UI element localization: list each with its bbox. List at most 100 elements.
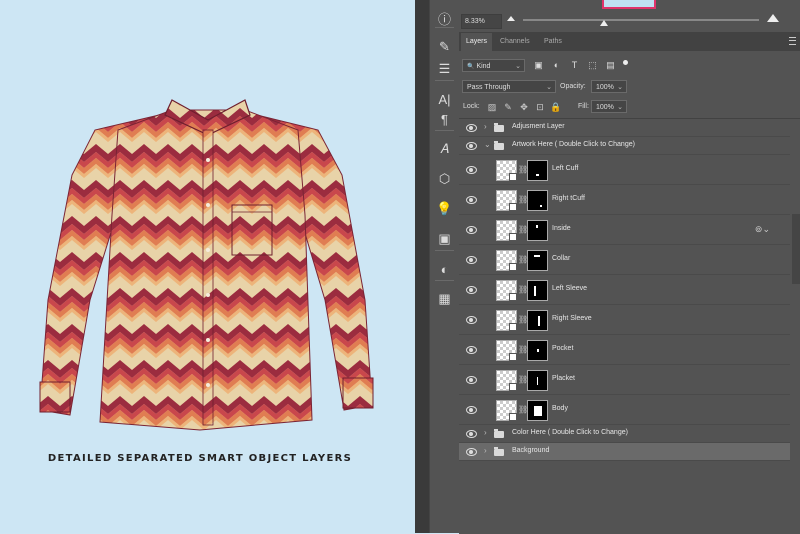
layer-mask-thumbnail[interactable]: [527, 160, 548, 181]
paragraph-icon[interactable]: ¶: [430, 108, 459, 130]
visibility-eye-icon[interactable]: [464, 195, 478, 204]
lock-all-icon[interactable]: 🔒: [550, 101, 562, 113]
character-icon[interactable]: A|: [430, 88, 459, 110]
layer-thumbnail[interactable]: [496, 340, 517, 361]
mask-link-icon[interactable]: ⛓: [518, 255, 528, 265]
layer-thumbnail[interactable]: [496, 220, 517, 241]
brush-settings-icon[interactable]: ✎: [430, 36, 459, 58]
lock-pixels-icon[interactable]: ▨: [486, 101, 498, 113]
lock-paint-icon[interactable]: ✎: [502, 101, 514, 113]
visibility-eye-icon[interactable]: [464, 375, 478, 384]
layer-thumbnail[interactable]: [496, 310, 517, 331]
opacity-value: 100%: [596, 84, 614, 91]
layer-thumbnail[interactable]: [496, 160, 517, 181]
visibility-eye-icon[interactable]: [464, 165, 478, 174]
layer-thumbnail[interactable]: [496, 400, 517, 421]
layer-mask-thumbnail[interactable]: [527, 280, 548, 301]
panel-divider[interactable]: [415, 0, 429, 533]
mask-link-icon[interactable]: ⛓: [518, 375, 528, 385]
image-filter-icon[interactable]: ▣: [532, 59, 545, 72]
visibility-eye-icon[interactable]: [464, 285, 478, 294]
layers-scrollbar[interactable]: [792, 214, 800, 284]
layer-group-row[interactable]: ⌄ Artwork Here ( Double Click to Change): [459, 137, 790, 155]
chevron-right-icon[interactable]: ›: [484, 428, 487, 437]
layer-mask-thumbnail[interactable]: [527, 370, 548, 391]
3d-cube-icon[interactable]: ⬡: [430, 168, 459, 190]
libraries-icon[interactable]: ▦: [430, 288, 459, 310]
zoom-slider[interactable]: [523, 19, 759, 21]
layer-row[interactable]: ⛓ Body: [459, 395, 790, 425]
visibility-eye-icon[interactable]: [464, 255, 478, 264]
filter-kind-select[interactable]: 🔍 Kind ⌄: [462, 59, 525, 72]
layer-thumbnail[interactable]: [496, 370, 517, 391]
visibility-eye-icon[interactable]: [464, 429, 478, 438]
layer-row[interactable]: ⛓ Placket: [459, 365, 790, 395]
layer-thumbnail[interactable]: [496, 190, 517, 211]
lock-move-icon[interactable]: ✥: [518, 101, 530, 113]
visibility-eye-icon[interactable]: [464, 123, 478, 132]
layer-mask-thumbnail[interactable]: [527, 250, 548, 271]
info-icon[interactable]: ⓘ: [430, 7, 459, 29]
navigator-bar: 8.33%: [459, 0, 800, 33]
mask-link-icon[interactable]: ⛓: [518, 165, 528, 175]
layer-mask-thumbnail[interactable]: [527, 220, 548, 241]
layer-mask-thumbnail[interactable]: [527, 340, 548, 361]
layer-group-row[interactable]: › Adjusment Layer: [459, 119, 790, 137]
visibility-eye-icon[interactable]: [464, 447, 478, 456]
layer-row[interactable]: ⛓ Right Sleeve: [459, 305, 790, 335]
zoom-slider-thumb[interactable]: [600, 20, 608, 26]
layer-row[interactable]: ⛓ Left Sleeve: [459, 275, 790, 305]
smart-object-filter-icon[interactable]: ▤: [604, 59, 617, 72]
visibility-eye-icon[interactable]: [464, 141, 478, 150]
layer-row[interactable]: ⛓ Collar: [459, 245, 790, 275]
visibility-eye-icon[interactable]: [464, 225, 478, 234]
mask-link-icon[interactable]: ⛓: [518, 195, 528, 205]
layer-mask-thumbnail[interactable]: [527, 190, 548, 211]
adjustment-circle-icon[interactable]: ◐: [430, 258, 459, 280]
visibility-eye-icon[interactable]: [464, 405, 478, 414]
layer-row[interactable]: ⛓ Left Cuff: [459, 155, 790, 185]
layer-thumbnail[interactable]: [496, 250, 517, 271]
chevron-right-icon[interactable]: ›: [484, 122, 487, 131]
navigator-view-box[interactable]: [602, 0, 656, 9]
visibility-eye-icon[interactable]: [464, 315, 478, 324]
layer-mask-thumbnail[interactable]: [527, 310, 548, 331]
layer-row[interactable]: ⛓ Inside ⊚⌄: [459, 215, 790, 245]
fill-input[interactable]: 100% ⌄: [591, 100, 627, 113]
zoom-out-icon[interactable]: [507, 16, 515, 21]
layer-row[interactable]: ⛓ Pocket: [459, 335, 790, 365]
chevron-right-icon[interactable]: ›: [484, 446, 487, 455]
adjustment-filter-icon[interactable]: ◐: [550, 59, 563, 72]
mask-link-icon[interactable]: ⛓: [518, 405, 528, 415]
mask-link-icon[interactable]: ⛓: [518, 345, 528, 355]
filter-toggle-icon[interactable]: [623, 60, 628, 65]
layer-mask-thumbnail[interactable]: [527, 400, 548, 421]
layer-row[interactable]: ⛓ Right tCuff: [459, 185, 790, 215]
adjust-sliders-icon[interactable]: ☰: [430, 58, 459, 80]
layer-group-row[interactable]: › Background: [459, 443, 790, 461]
blend-mode-select[interactable]: Pass Through ⌄: [462, 80, 556, 93]
panel-menu-icon[interactable]: [789, 37, 796, 45]
glyph-icon[interactable]: 𝐴: [430, 138, 459, 160]
tab-channels[interactable]: Channels: [495, 33, 535, 51]
lightbulb-icon[interactable]: 💡: [430, 198, 459, 220]
type-filter-icon[interactable]: T: [568, 59, 581, 72]
mask-link-icon[interactable]: ⛓: [518, 285, 528, 295]
visibility-eye-icon[interactable]: [464, 345, 478, 354]
mask-link-icon[interactable]: ⛓: [518, 315, 528, 325]
mask-link-icon[interactable]: ⛓: [518, 225, 528, 235]
chevron-down-icon[interactable]: ⌄: [484, 140, 491, 149]
opacity-input[interactable]: 100% ⌄: [591, 80, 627, 93]
layer-thumbnail[interactable]: [496, 280, 517, 301]
smart-object-badge-icon: [509, 413, 517, 421]
zoom-field[interactable]: 8.33%: [461, 14, 502, 29]
tab-paths[interactable]: Paths: [539, 33, 567, 51]
document-icon[interactable]: ▣: [430, 228, 459, 250]
lock-artboard-icon[interactable]: ⊡: [534, 101, 546, 113]
linked-smart-object-icon[interactable]: ⊚⌄: [755, 224, 770, 235]
tab-layers[interactable]: Layers: [461, 33, 493, 51]
layer-group-row[interactable]: › Color Here ( Double Click to Change): [459, 425, 790, 443]
tool-separator: [435, 250, 454, 251]
zoom-in-icon[interactable]: [767, 14, 779, 22]
shape-filter-icon[interactable]: ⬚: [586, 59, 599, 72]
